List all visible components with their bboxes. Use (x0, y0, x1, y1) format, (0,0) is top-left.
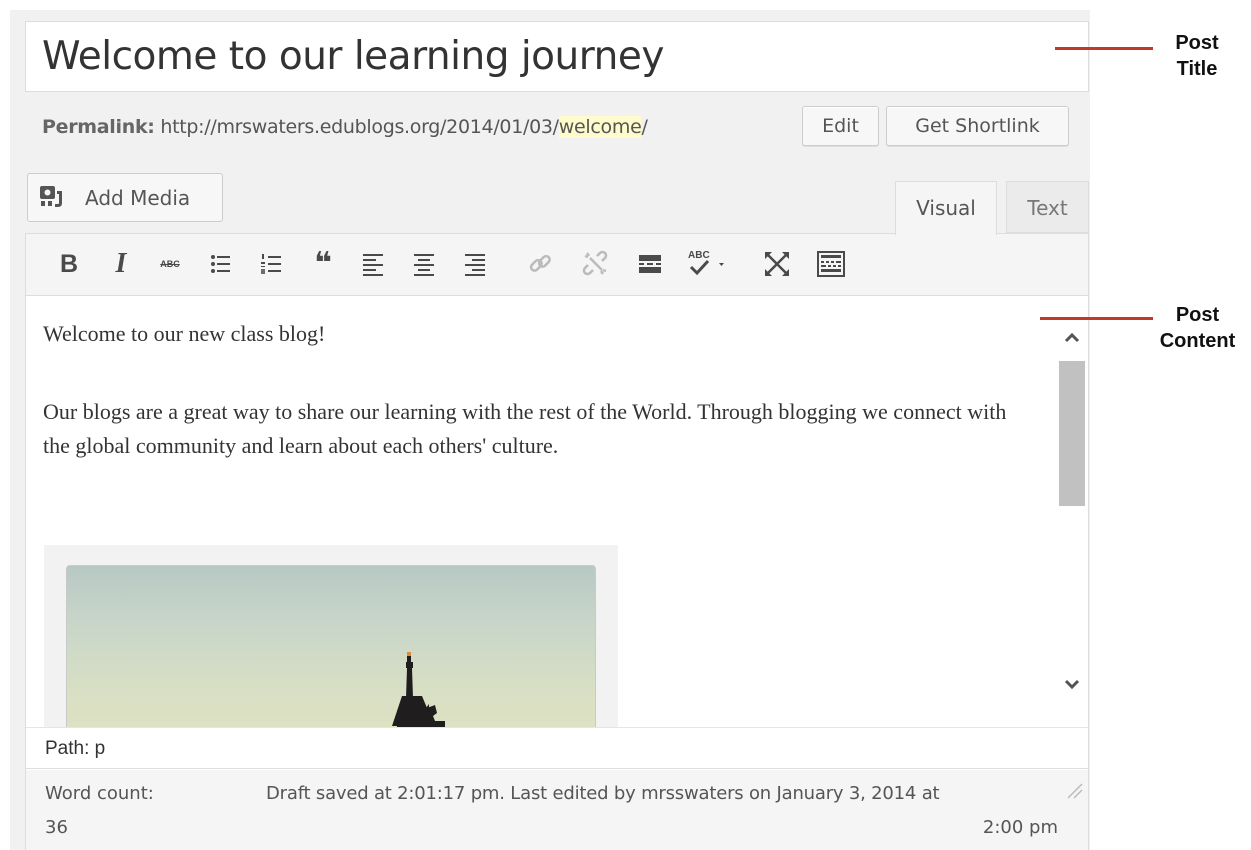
post-content-editor: B I ABC ❝ ABC Welcome to our new class b… (25, 233, 1089, 850)
get-shortlink-button[interactable]: Get Shortlink (886, 106, 1069, 146)
edit-permalink-button[interactable]: Edit (802, 106, 879, 146)
status-bar: Word count: 36 Draft saved at 2:01:17 pm… (26, 770, 1088, 850)
path-bar: Path: p (26, 727, 1088, 769)
italic-icon[interactable]: I (104, 247, 138, 281)
post-content-area[interactable]: Welcome to our new class blog! Our blogs… (26, 297, 1056, 727)
scroll-down-icon[interactable] (1062, 675, 1082, 695)
permalink-label: Permalink: (42, 116, 155, 138)
fullscreen-icon[interactable] (760, 247, 794, 281)
bullet-list-icon[interactable] (204, 247, 238, 281)
strikethrough-icon[interactable]: ABC (153, 247, 187, 281)
unlink-icon[interactable] (579, 247, 613, 281)
numbered-list-icon[interactable] (255, 247, 289, 281)
link-icon[interactable] (524, 247, 558, 281)
permalink-url[interactable]: http://mrswaters.edublogs.org/2014/01/03… (160, 116, 559, 138)
permalink-trailing-slash: / (641, 116, 648, 138)
blockquote-icon[interactable]: ❝ (306, 247, 340, 281)
word-count-value: 36 (45, 817, 68, 838)
editor-toolbar: B I ABC ❝ ABC (26, 234, 1088, 296)
content-paragraph-2: Our blogs are a great way to share our l… (43, 399, 1007, 458)
content-paragraph-1: Welcome to our new class blog! (43, 321, 326, 346)
scroll-up-icon[interactable] (1062, 327, 1082, 347)
tab-visual[interactable]: Visual (895, 181, 997, 235)
align-right-icon[interactable] (459, 247, 493, 281)
align-center-icon[interactable] (408, 247, 442, 281)
photo-frame (66, 565, 596, 727)
post-title-field[interactable]: Welcome to our learning journey (25, 21, 1089, 92)
permalink-slug[interactable]: welcome (558, 116, 642, 138)
post-content-annotation: Post Content (1159, 304, 1236, 352)
path-text: Path: p (45, 738, 106, 759)
spellcheck-icon[interactable]: ABC (684, 247, 732, 281)
post-content-annotation-line (1040, 317, 1153, 320)
permalink-row: Permalink: http://mrswaters.edublogs.org… (42, 116, 648, 138)
read-more-icon[interactable] (634, 247, 668, 281)
draft-saved-time: 2:00 pm (982, 817, 1058, 838)
word-count-label: Word count: (45, 783, 154, 804)
resize-grip-icon[interactable] (1064, 780, 1084, 800)
draft-saved-text: Draft saved at 2:01:17 pm. Last edited b… (266, 783, 940, 804)
post-title-annotation-line (1055, 47, 1153, 50)
align-left-icon[interactable] (357, 247, 391, 281)
scrollbar-thumb[interactable] (1059, 361, 1085, 506)
statue-of-liberty-photo[interactable] (44, 545, 618, 727)
post-title-text: Welcome to our learning journey (42, 34, 664, 79)
content-scrollbar[interactable] (1056, 297, 1088, 727)
tab-text[interactable]: Text (1006, 181, 1089, 233)
bold-icon[interactable]: B (52, 247, 86, 281)
toolbar-toggle-icon[interactable] (814, 247, 848, 281)
add-media-label: Add Media (85, 186, 191, 210)
post-title-annotation: Post Title (1175, 32, 1219, 80)
media-icon (39, 185, 65, 209)
add-media-button[interactable]: Add Media (27, 173, 223, 222)
